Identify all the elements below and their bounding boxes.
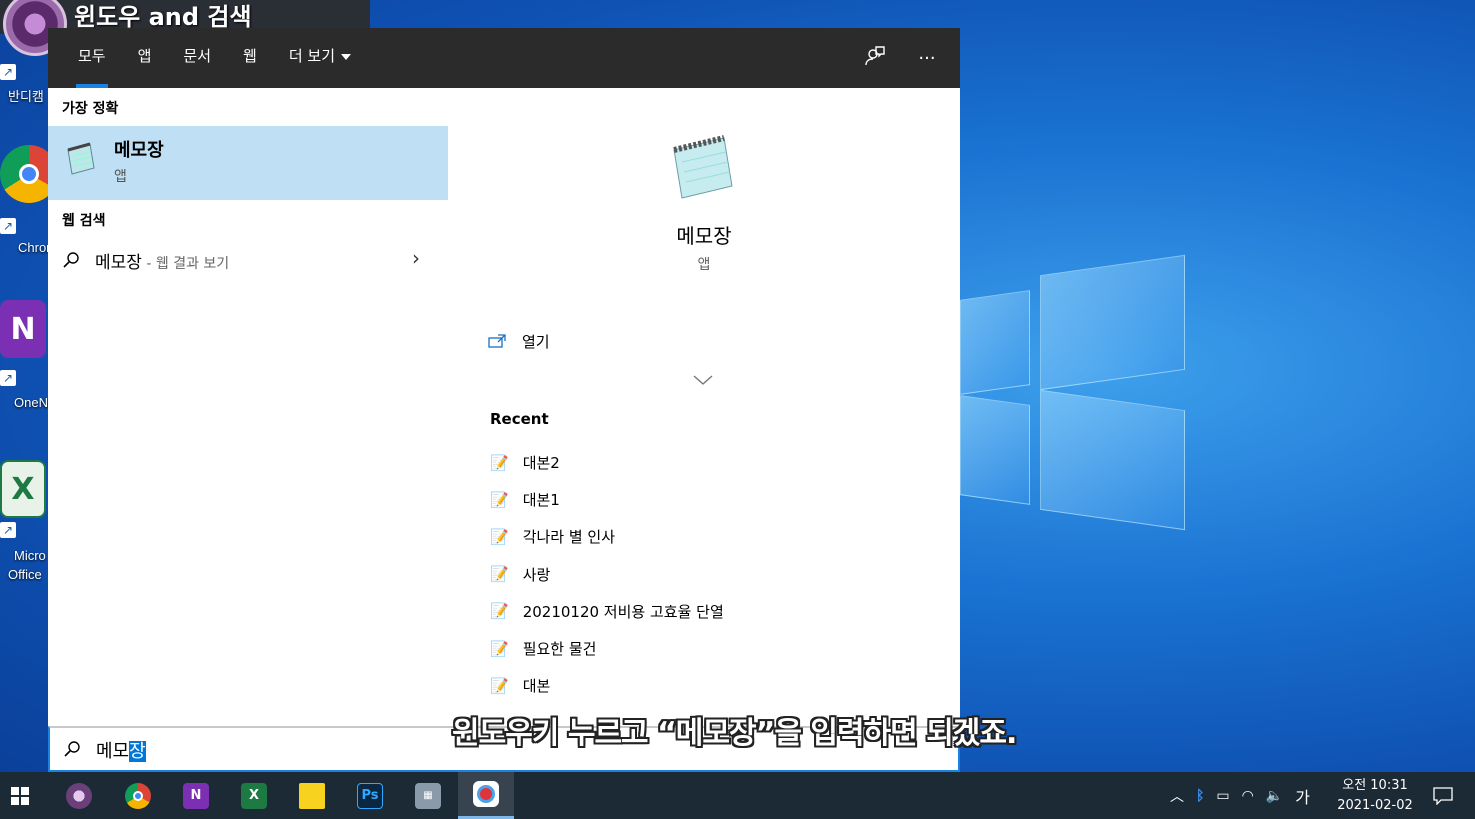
start-search-panel: 모두 앱 문서 웹 더 보기 ··· 가장 정확 메모장 앱 웹 검색 메모장 …	[48, 28, 960, 772]
notepad-large-icon	[666, 132, 738, 208]
desktop-icon-label: Office	[8, 567, 42, 582]
notepad-file-icon: 📝	[490, 602, 509, 621]
web-result-suffix: - 웹 결과 보기	[141, 256, 230, 272]
more-options-icon[interactable]: ···	[916, 48, 938, 69]
preview-app-type: 앱	[697, 257, 711, 273]
tab-web[interactable]: 웹	[227, 28, 273, 88]
tab-all[interactable]: 모두	[62, 28, 122, 88]
recent-file-item[interactable]: 📝 대본1	[490, 481, 724, 518]
photoshop-icon: Ps	[357, 782, 383, 809]
notepad-file-icon: 📝	[490, 453, 509, 472]
search-filter-bar: 모두 앱 문서 웹 더 보기 ···	[48, 28, 960, 88]
taskbar-chrome[interactable]	[110, 772, 166, 819]
onenote-icon: N	[0, 300, 46, 358]
video-title-text: 윈도우 and 검색	[74, 3, 252, 31]
results-list: 가장 정확 메모장 앱 웹 검색 메모장 - 웹 결과 보기 ›	[48, 88, 448, 726]
bluetooth-icon[interactable]: ᛒ	[1196, 788, 1204, 804]
video-subtitle: 윈도우키 누르고 “메모장”을 입력하면 되겠죠.	[452, 716, 1017, 751]
web-search-heading: 웹 검색	[62, 213, 106, 229]
notepad-file-icon: 📝	[490, 676, 509, 695]
shortcut-arrow-icon: ↗	[0, 218, 16, 234]
shortcut-arrow-icon: ↗	[0, 522, 16, 538]
desktop-icon-label: Micro	[14, 548, 46, 563]
recent-file-item[interactable]: 📝 20210120 저비용 고효율 단열	[490, 593, 724, 630]
desktop-icon-label: 반디캠	[8, 89, 44, 104]
search-query-selection: 장	[129, 741, 146, 762]
windows-logo-wallpaper	[945, 185, 1205, 575]
search-query: 메모장	[96, 741, 146, 762]
notepad-file-icon: 📝	[490, 490, 509, 509]
bandicam-icon	[66, 782, 92, 809]
volume-icon[interactable]: 🔈	[1266, 788, 1283, 804]
feedback-icon[interactable]	[864, 45, 886, 72]
taskbar-onenote[interactable]: N	[168, 772, 224, 819]
chrome-icon	[125, 782, 151, 809]
clock[interactable]: 오전 10:31 2021-02-02	[1330, 776, 1420, 816]
clock-time: 오전 10:31	[1342, 778, 1408, 793]
windows-start-icon	[11, 786, 29, 805]
wifi-icon[interactable]: ◠	[1242, 788, 1254, 804]
recent-file-item[interactable]: 📝 사랑	[490, 556, 724, 593]
desktop-icon-excel[interactable]: X ↗ Micro Office	[0, 460, 48, 582]
open-action[interactable]: 열기	[488, 328, 550, 354]
chevron-up-icon[interactable]: ︿	[1170, 786, 1184, 806]
recent-file-item[interactable]: 📝 대본2	[490, 444, 724, 481]
start-button[interactable]	[0, 772, 40, 819]
web-result-row[interactable]: 메모장 - 웹 결과 보기 ›	[48, 242, 448, 278]
battery-icon[interactable]: ▭	[1216, 788, 1229, 804]
chevron-down-icon[interactable]	[692, 370, 714, 391]
search-icon	[63, 252, 79, 268]
recent-files-list: 📝 대본2 📝 대본1 📝 각나라 별 인사 📝 사랑 📝 20210120 저비용 고효…	[490, 444, 724, 704]
sticky-notes-icon	[299, 782, 325, 809]
best-match-type: 앱	[114, 169, 127, 185]
notepad-file-icon: 📝	[490, 527, 509, 546]
clock-date: 2021-02-02	[1337, 798, 1413, 813]
calculator-icon: ▦	[415, 782, 441, 809]
open-action-label: 열기	[522, 332, 550, 351]
taskbar-bandicam[interactable]	[51, 772, 107, 819]
tab-more[interactable]: 더 보기	[273, 28, 367, 88]
onenote-icon: N	[183, 782, 209, 809]
caret-down-icon	[341, 53, 352, 60]
shortcut-arrow-icon: ↗	[0, 370, 16, 386]
system-tray: ︿ ᛒ ▭ ◠ 🔈 가	[1170, 772, 1310, 819]
web-result-term: 메모장	[95, 253, 142, 273]
excel-icon: X	[241, 782, 267, 809]
recent-heading: Recent	[490, 410, 549, 428]
tab-documents[interactable]: 문서	[167, 28, 227, 88]
open-window-icon	[488, 334, 506, 348]
taskbar-excel[interactable]: X	[226, 772, 282, 819]
preview-pane: 메모장 앱 열기 Recent 📝 대본2 📝 대본1 📝 각나라 별 인사 📝 사랑 …	[448, 88, 960, 726]
taskbar-bandicam-recording[interactable]	[458, 772, 514, 819]
record-icon	[473, 781, 499, 807]
search-icon	[64, 741, 80, 757]
tab-apps[interactable]: 앱	[122, 28, 168, 88]
ime-indicator[interactable]: 가	[1295, 784, 1310, 808]
notification-icon	[1433, 786, 1453, 805]
taskbar-photoshop[interactable]: Ps	[342, 772, 398, 819]
taskbar-calculator[interactable]: ▦	[400, 772, 456, 819]
best-match-heading: 가장 정확	[62, 101, 119, 117]
notepad-file-icon: 📝	[490, 639, 509, 658]
notepad-file-icon: 📝	[490, 565, 509, 584]
recent-file-item[interactable]: 📝 대본	[490, 667, 724, 704]
best-match-name: 메모장	[114, 140, 164, 161]
notepad-icon	[62, 140, 98, 180]
best-match-notepad[interactable]: 메모장 앱	[48, 126, 448, 200]
chevron-right-icon[interactable]: ›	[412, 246, 420, 270]
preview-app-name: 메모장	[676, 224, 732, 248]
shortcut-arrow-icon: ↗	[0, 64, 16, 80]
action-center-button[interactable]	[1418, 772, 1468, 819]
excel-icon: X	[0, 460, 46, 518]
recent-file-item[interactable]: 📝 필요한 물건	[490, 630, 724, 667]
desktop-icon-onenote[interactable]: N ↗ OneNote	[0, 300, 66, 410]
taskbar: N X Ps ▦ ︿ ᛒ ▭ ◠ 🔈 가 오전 10:31 2021-02-02	[0, 772, 1475, 819]
taskbar-sticky-notes[interactable]	[284, 772, 340, 819]
recent-file-item[interactable]: 📝 각나라 별 인사	[490, 518, 724, 555]
